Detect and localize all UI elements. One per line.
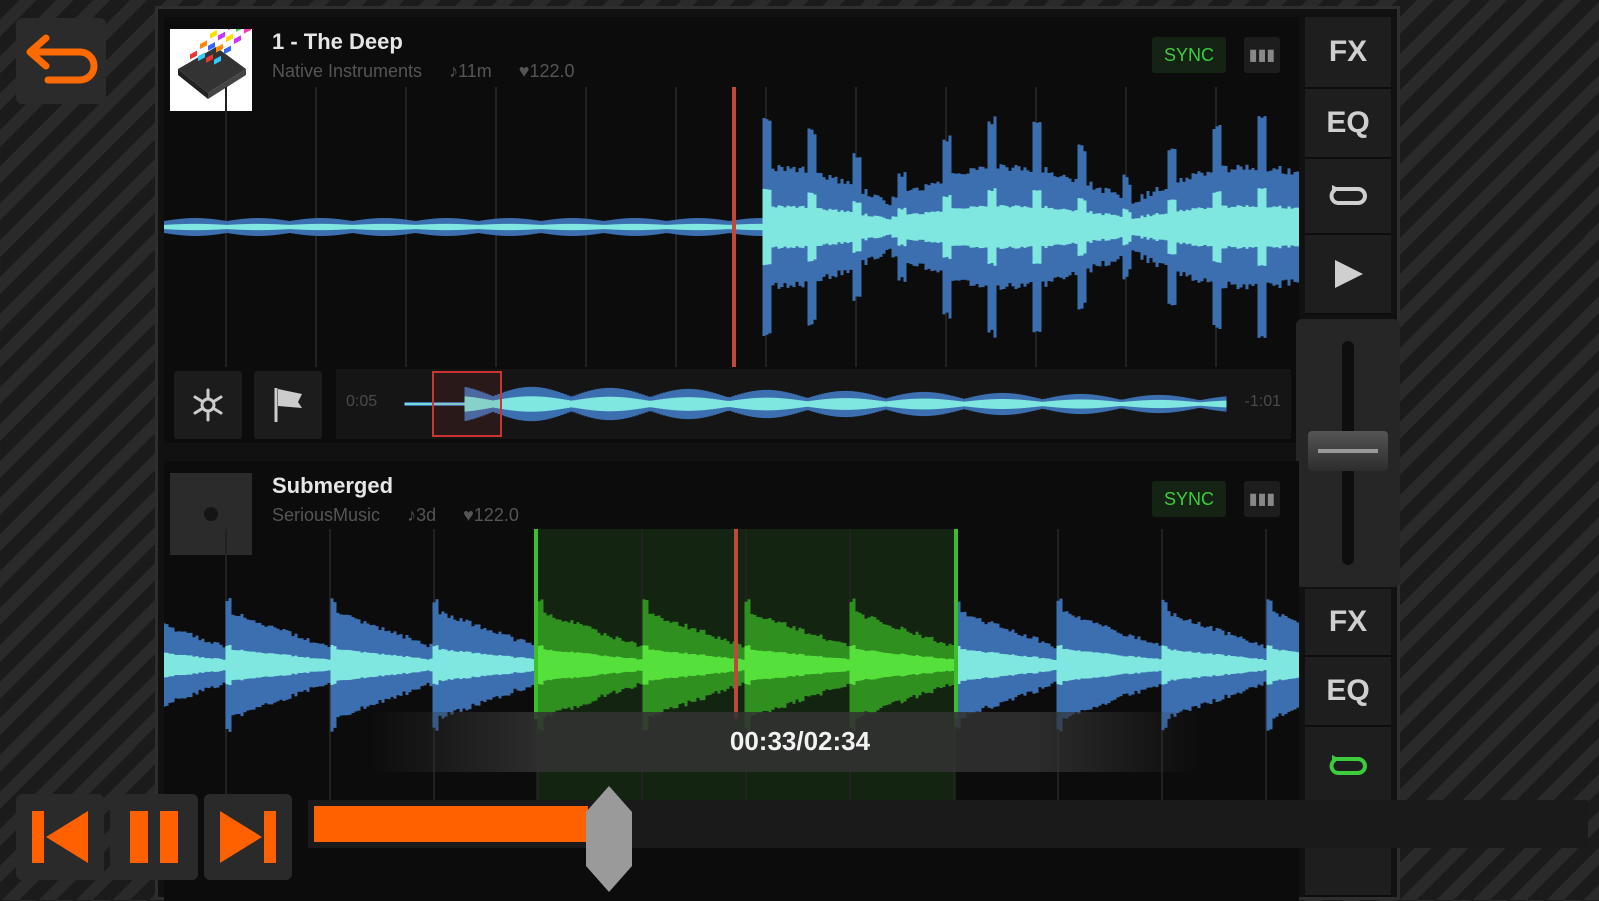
flag-icon <box>272 386 304 424</box>
columns-icon: ▮▮▮ <box>1249 489 1275 509</box>
play-button-deck-1[interactable] <box>1305 235 1391 315</box>
overview-playhead-window[interactable] <box>432 371 502 437</box>
fader-knob[interactable] <box>1308 431 1388 471</box>
remaining-time: -1:01 <box>1245 393 1281 411</box>
fx-button-deck-1[interactable]: FX <box>1305 17 1391 89</box>
track-meta: SeriousMusic ♪3d ♥122.0 <box>272 505 541 526</box>
seek-progress <box>314 806 588 842</box>
back-button[interactable] <box>16 18 106 104</box>
columns-button[interactable]: ▮▮▮ <box>1244 37 1280 73</box>
loop-icon <box>1328 181 1368 211</box>
volume-fader[interactable] <box>1296 319 1400 587</box>
track-duration: ♪3d <box>407 505 436 525</box>
track-meta: Native Instruments ♪11m ♥122.0 <box>272 61 597 82</box>
play-icon <box>1331 257 1365 291</box>
loop-icon <box>1328 751 1368 781</box>
snowflake-icon <box>190 387 226 423</box>
skip-forward-icon <box>216 807 280 867</box>
undo-arrow-icon <box>24 30 100 90</box>
track-overview[interactable]: 0:05 -1:01 <box>336 369 1291 439</box>
artist-name: SeriousMusic <box>272 505 380 525</box>
columns-icon: ▮▮▮ <box>1249 45 1275 65</box>
track-title: Submerged <box>272 473 393 499</box>
pause-icon <box>124 807 184 867</box>
sync-button[interactable]: SYNC <box>1152 481 1226 517</box>
track-title: 1 - The Deep <box>272 29 403 55</box>
eq-button-deck-2[interactable]: EQ <box>1305 657 1391 727</box>
waveform-deck-2 <box>164 529 1299 819</box>
cue-flag-button[interactable] <box>254 371 322 439</box>
artist-name: Native Instruments <box>272 61 422 81</box>
settings-button[interactable] <box>174 371 242 439</box>
deck-1: 1 - The Deep Native Instruments ♪11m ♥12… <box>164 17 1299 443</box>
loop-button-deck-1[interactable] <box>1305 159 1391 235</box>
skip-back-icon <box>28 807 92 867</box>
next-button[interactable] <box>204 794 292 880</box>
loop-button-deck-2[interactable] <box>1305 727 1391 807</box>
fx-button-deck-2[interactable]: FX <box>1305 589 1391 657</box>
pause-button[interactable] <box>110 794 198 880</box>
eq-button-deck-1[interactable]: EQ <box>1305 89 1391 159</box>
sync-button[interactable]: SYNC <box>1152 37 1226 73</box>
track-bpm: ♥122.0 <box>519 61 575 81</box>
track-bpm: ♥122.0 <box>463 505 519 525</box>
previous-button[interactable] <box>16 794 104 880</box>
playback-time: 00:33/02:34 <box>660 726 940 757</box>
seek-handle[interactable] <box>586 786 632 897</box>
track-duration: ♪11m <box>449 61 492 81</box>
columns-button[interactable]: ▮▮▮ <box>1244 481 1280 517</box>
waveform-deck-1 <box>164 87 1299 367</box>
